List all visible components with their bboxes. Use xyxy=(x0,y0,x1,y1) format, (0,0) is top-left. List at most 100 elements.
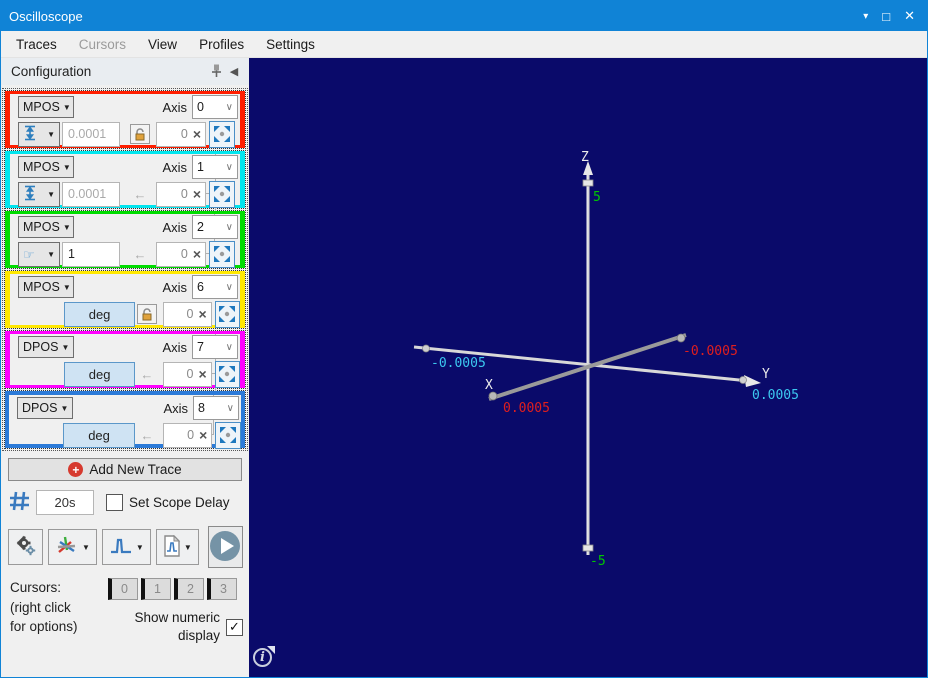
autoscale-icon xyxy=(23,185,37,204)
menu-profiles[interactable]: Profiles xyxy=(188,33,255,56)
maximize-icon[interactable]: □ xyxy=(882,9,890,24)
chevron-down-icon: ▼ xyxy=(60,403,69,413)
clear-icon[interactable]: × xyxy=(198,367,206,381)
scale-input[interactable] xyxy=(62,241,120,267)
trace-type-select[interactable]: MPOS ▼ xyxy=(18,216,74,238)
window-menu-icon[interactable]: ▾ xyxy=(863,11,868,22)
close-icon[interactable]: ✕ xyxy=(904,8,915,24)
offset-value-box[interactable]: 0 × xyxy=(162,361,212,387)
chevron-down-icon: ∨ xyxy=(225,101,233,113)
trace-type-select[interactable]: MPOS ▼ xyxy=(18,276,74,298)
chevron-down-icon: ▼ xyxy=(135,542,144,552)
offset-value: 0 xyxy=(186,367,194,381)
menu-settings[interactable]: Settings xyxy=(255,33,326,56)
left-arrow-icon: ← xyxy=(140,427,154,443)
trace-type-select[interactable]: MPOS ▼ xyxy=(18,156,74,178)
trace-type-select[interactable]: DPOS ▼ xyxy=(18,336,74,358)
gears-icon xyxy=(15,535,37,560)
axis-label: Axis xyxy=(163,400,188,416)
offset-value-box[interactable]: 0 × xyxy=(156,121,206,147)
center-trace-button[interactable] xyxy=(209,120,235,148)
plot-info-button[interactable]: i xyxy=(253,646,275,670)
collapse-panel-icon[interactable]: ◀ xyxy=(225,65,243,78)
axes-view-button[interactable]: ▼ xyxy=(48,529,97,565)
chevron-down-icon: ▼ xyxy=(47,129,55,139)
cursor-3-button[interactable]: 3 xyxy=(207,578,237,600)
cursor-2-button[interactable]: 2 xyxy=(174,578,204,600)
scale-input[interactable] xyxy=(62,121,120,147)
axis-select[interactable]: 1 ∨ xyxy=(192,155,238,179)
trace-config-5: DPOS ▼ Axis 8 ∨ deg ← 0 × xyxy=(4,390,246,449)
axis-select[interactable]: 8 ∨ xyxy=(193,396,239,420)
axis-label: Axis xyxy=(162,99,187,115)
y-axis-label: Y xyxy=(762,367,770,382)
add-new-trace-button[interactable]: + Add New Trace xyxy=(8,458,242,481)
trace-type-select[interactable]: DPOS ▼ xyxy=(17,397,73,419)
clear-icon[interactable]: × xyxy=(193,127,201,141)
scope-plot-area[interactable]: Z 5 -5 -0.0005 Y 0.0005 X 0.0005 -0.0005… xyxy=(249,58,927,677)
linked-scale-arrow: ← xyxy=(137,364,156,384)
offset-value-box[interactable]: 0 × xyxy=(162,301,212,327)
units-button[interactable]: deg xyxy=(64,361,136,387)
trace-type-select[interactable]: MPOS ▼ xyxy=(18,96,74,118)
check-icon: ✓ xyxy=(229,619,240,635)
scale-mode-select[interactable]: ☞ ▼ xyxy=(18,241,60,267)
scope-delay-checkbox[interactable] xyxy=(106,494,123,511)
scale-mode-select[interactable]: ▼ xyxy=(18,121,60,147)
toolbar: ▼ ▼ ▼ xyxy=(8,526,243,568)
chevron-down-icon: ▼ xyxy=(62,282,71,292)
linked-scale-arrow: ← xyxy=(130,184,150,204)
scale-mode-select[interactable]: ▼ xyxy=(18,181,60,207)
axis-select[interactable]: 7 ∨ xyxy=(192,335,238,359)
menu-view[interactable]: View xyxy=(137,33,188,56)
center-trace-button[interactable] xyxy=(214,360,240,388)
units-button[interactable]: deg xyxy=(63,422,136,448)
trace-list: MPOS▼ Axis 0∨ ▼ 0× xyxy=(2,88,248,451)
axis-value: 7 xyxy=(197,340,204,354)
axis-select[interactable]: 2 ∨ xyxy=(192,215,238,239)
lock-button[interactable] xyxy=(137,304,157,324)
chevron-down-icon: ▼ xyxy=(62,162,71,172)
lock-button[interactable] xyxy=(130,124,150,144)
run-button[interactable] xyxy=(207,526,243,568)
capture-file-button[interactable]: ▼ xyxy=(155,529,199,565)
x-axis-min: -0.0005 xyxy=(683,344,738,359)
clear-icon[interactable]: × xyxy=(199,428,207,442)
chevron-down-icon: ∨ xyxy=(225,281,233,293)
menu-traces[interactable]: Traces xyxy=(5,33,68,56)
cursor-1-button[interactable]: 1 xyxy=(141,578,171,600)
show-numeric-checkbox[interactable]: ✓ xyxy=(226,618,243,636)
clear-icon[interactable]: × xyxy=(193,247,201,261)
trace-type-value: DPOS xyxy=(22,401,58,415)
settings-button[interactable] xyxy=(8,529,43,565)
x-axis-max: 0.0005 xyxy=(503,401,550,416)
center-trace-button[interactable] xyxy=(214,300,240,328)
show-numeric-label-line2: display xyxy=(177,628,220,644)
offset-value-box[interactable]: 0 × xyxy=(156,181,206,207)
center-trace-button[interactable] xyxy=(209,240,235,268)
trigger-button[interactable]: ▼ xyxy=(101,529,151,565)
center-trace-button[interactable] xyxy=(209,180,235,208)
offset-value-box[interactable]: 0 × xyxy=(162,422,213,448)
chevron-down-icon: ▼ xyxy=(47,189,55,199)
z-axis-label: Z xyxy=(581,150,589,165)
offset-value: 0 xyxy=(186,307,194,321)
menu-bar: Traces Cursors View Profiles Settings xyxy=(1,31,927,58)
offset-value: 0 xyxy=(180,127,188,141)
axis-label: Axis xyxy=(162,279,187,295)
axis-select[interactable]: 0 ∨ xyxy=(192,95,238,119)
trace-type-value: MPOS xyxy=(23,100,60,114)
scope-delay-input[interactable] xyxy=(36,490,94,515)
axis-select[interactable]: 6 ∨ xyxy=(192,275,238,299)
offset-value-box[interactable]: 0 × xyxy=(156,241,206,267)
axis-label: Axis xyxy=(162,159,187,175)
scale-input[interactable] xyxy=(62,181,120,207)
y-axis-min: -0.0005 xyxy=(431,356,486,371)
clear-icon[interactable]: × xyxy=(198,307,206,321)
clear-icon[interactable]: × xyxy=(193,187,201,201)
center-trace-button[interactable] xyxy=(215,421,241,449)
play-icon xyxy=(209,530,241,565)
units-button[interactable]: deg xyxy=(64,301,136,327)
pin-icon[interactable] xyxy=(207,63,225,81)
cursor-0-button[interactable]: 0 xyxy=(108,578,138,600)
